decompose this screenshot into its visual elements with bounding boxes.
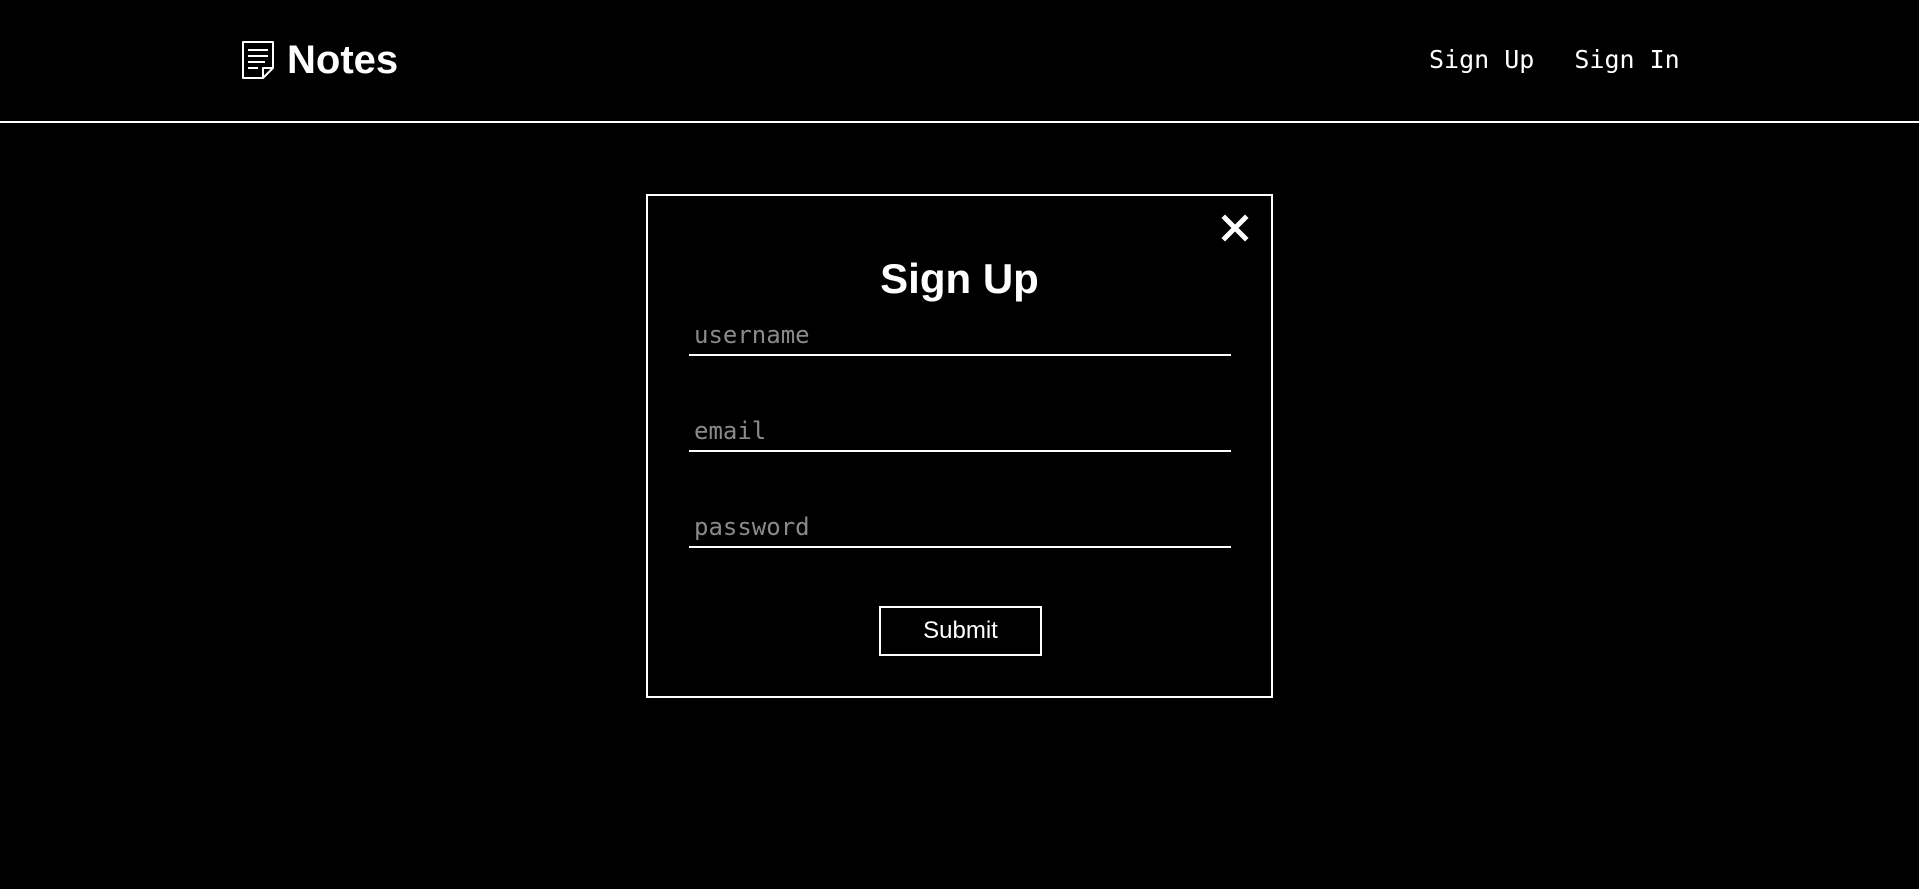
top-nav: Sign Up Sign In	[1429, 42, 1680, 78]
site-header: Notes Sign Up Sign In	[0, 0, 1919, 123]
sign-up-modal: Sign Up Submit	[646, 194, 1273, 698]
brand-title: Notes	[287, 38, 399, 82]
nav-sign-up-link[interactable]: Sign Up	[1429, 42, 1534, 78]
password-input[interactable]	[689, 508, 1231, 548]
username-input[interactable]	[689, 316, 1231, 356]
note-icon	[242, 41, 274, 79]
close-icon	[1221, 214, 1249, 242]
brand[interactable]: Notes	[241, 36, 398, 84]
modal-title: Sign Up	[880, 255, 1039, 302]
submit-button[interactable]: Submit	[879, 606, 1042, 656]
email-input[interactable]	[689, 412, 1231, 452]
close-button[interactable]	[1220, 213, 1250, 243]
nav-sign-in-link[interactable]: Sign In	[1574, 42, 1679, 78]
